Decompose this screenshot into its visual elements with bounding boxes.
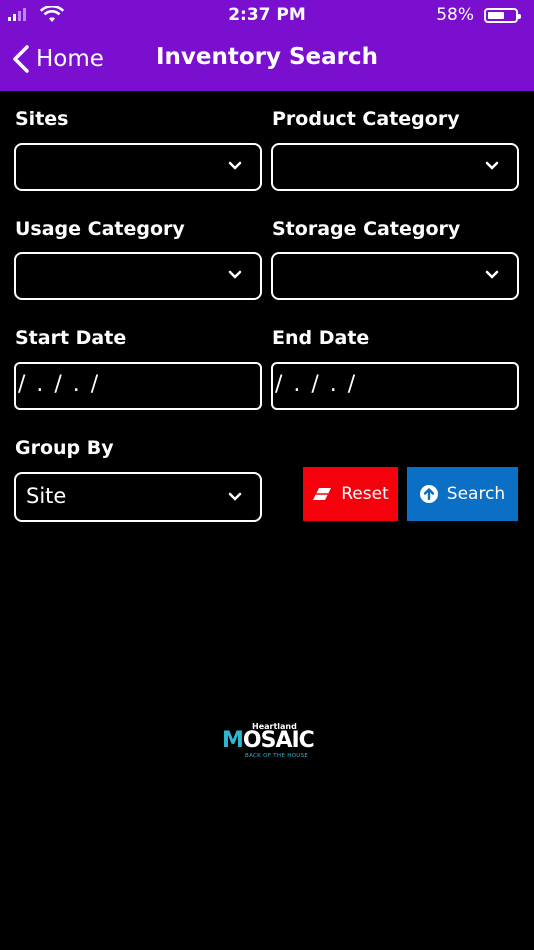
usage-category-select[interactable] — [14, 252, 262, 300]
eraser-icon — [313, 488, 332, 500]
sites-select[interactable] — [14, 143, 262, 191]
mosaic-logo: Heartland MOSAIC BACK OF THE HOUSE — [222, 722, 315, 762]
start-date-input[interactable]: / . / . / — [14, 362, 262, 410]
usage-category-label: Usage Category — [15, 218, 185, 240]
chevron-down-icon — [228, 161, 242, 170]
chevron-down-icon — [485, 270, 499, 279]
search-button-label: Search — [446, 484, 506, 504]
storage-category-label: Storage Category — [272, 218, 461, 240]
reset-button[interactable]: Reset — [303, 467, 398, 521]
reset-button-label: Reset — [341, 484, 389, 504]
logo-brand-sub: BACK OF THE HOUSE — [245, 753, 309, 759]
back-button[interactable]: Home — [12, 44, 104, 74]
battery-icon — [484, 8, 521, 23]
search-button[interactable]: Search — [407, 467, 518, 521]
chevron-down-icon — [228, 492, 242, 501]
product-category-select[interactable] — [271, 143, 519, 191]
product-category-label: Product Category — [272, 108, 460, 130]
storage-category-select[interactable] — [271, 252, 519, 300]
end-date-input[interactable]: / . / . / — [271, 362, 519, 410]
end-date-label: End Date — [272, 327, 370, 349]
chevron-down-icon — [228, 270, 242, 279]
chevron-left-icon — [13, 45, 29, 73]
status-bar: 2:37 PM 58% — [0, 0, 534, 30]
group-by-label: Group By — [15, 437, 114, 459]
battery-percentage: 58% — [436, 5, 474, 25]
back-button-label: Home — [36, 46, 104, 72]
navigation-bar: Inventory Search Home — [0, 30, 534, 91]
chevron-down-icon — [485, 161, 499, 170]
logo-brand-main: MOSAIC — [222, 728, 315, 753]
group-by-select[interactable]: Site — [14, 472, 262, 522]
start-date-label: Start Date — [15, 327, 127, 349]
arrow-up-circle-icon — [419, 485, 438, 503]
group-by-value: Site — [26, 484, 67, 508]
sites-label: Sites — [15, 108, 69, 130]
